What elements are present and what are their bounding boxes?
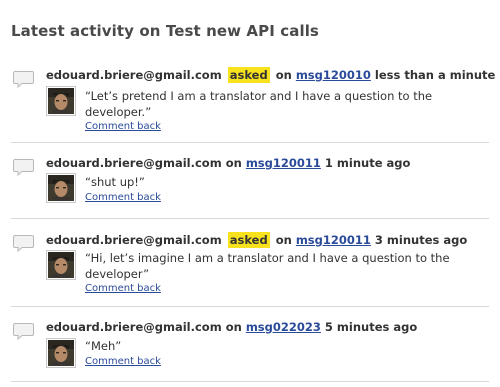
author-email: edouard.briere@gmail.com (46, 320, 222, 334)
author-email: edouard.briere@gmail.com (46, 156, 222, 170)
divider (11, 381, 489, 382)
asked-badge: asked (227, 67, 270, 83)
comment-back-link[interactable]: Comment back (85, 121, 161, 132)
avatar (46, 338, 76, 368)
activity-header: edouard.briere@gmail.com asked on msg120… (46, 232, 467, 248)
comment-back-link[interactable]: Comment back (85, 192, 161, 203)
author-email: edouard.briere@gmail.com (46, 233, 222, 247)
divider (11, 306, 489, 307)
activity-page: Latest activity on Test new API calls ed… (0, 0, 500, 387)
speech-bubble-icon (13, 158, 34, 177)
avatar (46, 86, 76, 116)
comment-back-link[interactable]: Comment back (85, 356, 161, 367)
activity-header: edouard.briere@gmail.com on msg120011 1 … (46, 155, 410, 171)
activity-quote: “shut up!” (85, 175, 145, 189)
activity-time: 3 minutes ago (374, 233, 468, 247)
on-label: on (225, 320, 242, 334)
activity-list: edouard.briere@gmail.com asked on msg120… (0, 0, 500, 387)
speech-bubble-icon (13, 234, 34, 253)
activity-quote: “Hi, let’s imagine I am a translator and… (85, 251, 450, 281)
message-link[interactable]: msg022023 (246, 320, 321, 334)
activity-header: edouard.briere@gmail.com asked on msg120… (46, 67, 500, 83)
divider (11, 218, 489, 219)
on-label: on (275, 68, 292, 82)
message-link[interactable]: msg120011 (246, 156, 321, 170)
on-label: on (275, 233, 292, 247)
activity-time: 1 minute ago (324, 156, 411, 170)
message-link[interactable]: msg120011 (296, 233, 371, 247)
on-label: on (225, 156, 242, 170)
divider (11, 142, 489, 143)
activity-header: edouard.briere@gmail.com on msg022023 5 … (46, 319, 417, 335)
activity-quote: “Let’s pretend I am a translator and I h… (85, 89, 433, 119)
asked-badge: asked (227, 232, 270, 248)
avatar (46, 173, 76, 203)
activity-quote: “Meh” (85, 339, 122, 353)
message-link[interactable]: msg120010 (296, 68, 371, 82)
activity-time: less than a minute ago (374, 68, 500, 82)
speech-bubble-icon (13, 322, 34, 341)
activity-time: 5 minutes ago (324, 320, 418, 334)
avatar (46, 250, 76, 280)
author-email: edouard.briere@gmail.com (46, 68, 222, 82)
speech-bubble-icon (13, 70, 34, 89)
comment-back-link[interactable]: Comment back (85, 283, 161, 294)
